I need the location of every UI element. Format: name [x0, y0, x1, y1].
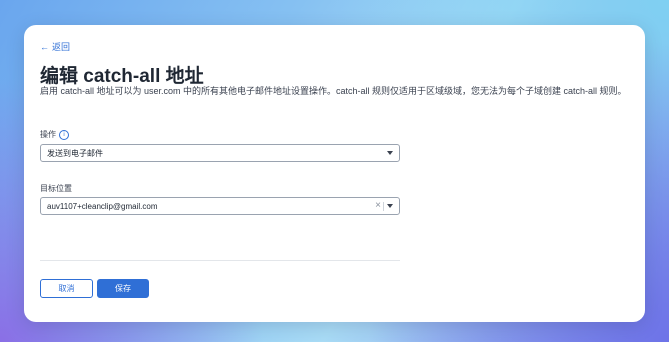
chevron-down-icon[interactable]: [387, 204, 393, 208]
action-field-label: 操作 i: [40, 129, 69, 140]
action-select[interactable]: 发送到电子邮件: [40, 144, 400, 162]
back-link-label: 返回: [52, 42, 71, 52]
select-divider: [383, 202, 384, 211]
destination-label-text: 目标位置: [40, 184, 72, 193]
action-label-text: 操作: [40, 130, 56, 139]
info-icon[interactable]: i: [59, 129, 69, 140]
form-separator: [40, 260, 400, 261]
destination-select[interactable]: auv1107+cleanclip@gmail.com ×: [40, 197, 400, 215]
page-title: 编辑 catch-all 地址: [40, 66, 204, 87]
cancel-button[interactable]: 取消: [40, 279, 93, 298]
back-link[interactable]: ← 返回: [40, 40, 70, 53]
destination-select-value: auv1107+cleanclip@gmail.com: [47, 201, 158, 211]
clear-icon[interactable]: ×: [375, 200, 381, 211]
destination-field-label: 目标位置: [40, 183, 72, 194]
action-select-value: 发送到电子邮件: [47, 148, 103, 158]
save-button[interactable]: 保存: [97, 279, 149, 298]
chevron-down-icon[interactable]: [387, 151, 393, 155]
back-arrow-icon: ←: [40, 41, 49, 52]
edit-catch-all-card: ← 返回 编辑 catch-all 地址 启用 catch-all 地址可以为 …: [24, 25, 645, 322]
page-description: 启用 catch-all 地址可以为 user.com 中的所有其他电子邮件地址…: [40, 86, 627, 96]
